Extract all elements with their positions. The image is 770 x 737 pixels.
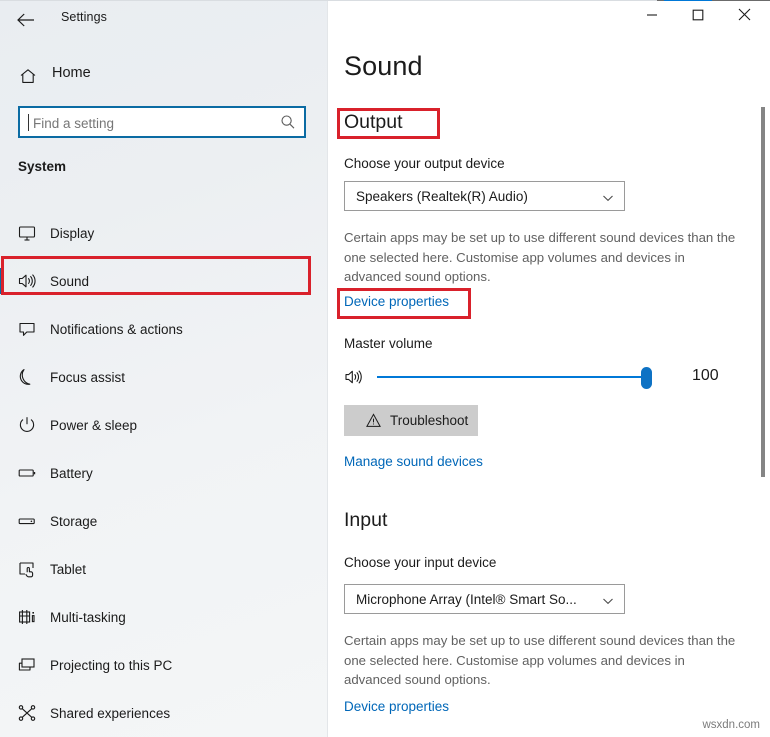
sidebar-item-battery[interactable]: Battery: [0, 449, 328, 497]
moon-icon: [17, 367, 37, 387]
monitor-icon: [17, 223, 37, 243]
close-button[interactable]: [721, 1, 767, 32]
speaker-icon: [17, 271, 37, 291]
troubleshoot-button[interactable]: Troubleshoot: [344, 405, 478, 436]
input-device-label: Choose your input device: [344, 555, 496, 570]
sidebar-item-label: Display: [50, 226, 94, 241]
maximize-button[interactable]: [675, 1, 721, 32]
volume-value: 100: [692, 367, 719, 385]
app-title: Settings: [61, 10, 107, 24]
sidebar-item-label: Tablet: [50, 562, 86, 577]
input-description: Certain apps may be set up to use differ…: [344, 631, 744, 690]
input-device-value: Microphone Array (Intel® Smart So...: [356, 592, 577, 607]
sidebar-item-label: Power & sleep: [50, 418, 137, 433]
window-titlebar: [329, 1, 770, 33]
project-icon: [17, 655, 37, 675]
speaker-icon[interactable]: [344, 367, 366, 387]
storage-icon: [17, 511, 37, 531]
sidebar-item-label: Sound: [50, 274, 89, 289]
sidebar-item-label: Notifications & actions: [50, 322, 183, 337]
share-nodes-icon: [17, 703, 37, 723]
power-icon: [17, 415, 37, 435]
watermark: wsxdn.com: [702, 719, 760, 731]
sidebar-item-multi-tasking[interactable]: Multi-tasking: [0, 593, 328, 641]
battery-icon: [17, 463, 37, 483]
input-section-heading: Input: [344, 509, 387, 532]
minimize-icon: [646, 8, 658, 26]
vertical-scrollbar[interactable]: [755, 33, 770, 737]
chevron-down-icon: [602, 191, 614, 203]
scrollbar-thumb[interactable]: [761, 107, 765, 477]
sidebar-item-sound[interactable]: Sound: [0, 257, 328, 305]
sidebar-item-projecting-to-this-pc[interactable]: Projecting to this PC: [0, 641, 328, 689]
sidebar-item-storage[interactable]: Storage: [0, 497, 328, 545]
sidebar-item-label: Storage: [50, 514, 97, 529]
minimize-button[interactable]: [629, 1, 675, 32]
maximize-icon: [692, 8, 704, 26]
settings-window: Settings Home System: [0, 0, 770, 737]
close-icon: [738, 8, 751, 26]
input-device-select[interactable]: Microphone Array (Intel® Smart So...: [344, 584, 625, 614]
search-input[interactable]: [31, 108, 275, 138]
sidebar-item-label: Battery: [50, 466, 93, 481]
master-volume-slider[interactable]: 100: [344, 363, 744, 393]
main-content: Sound Output Choose your output device S…: [329, 1, 770, 737]
troubleshoot-label: Troubleshoot: [390, 413, 468, 428]
input-device-properties-link[interactable]: Device properties: [344, 699, 449, 714]
sidebar: Settings Home System: [0, 1, 328, 737]
sidebar-item-shared-experiences[interactable]: Shared experiences: [0, 689, 328, 737]
output-device-properties-link[interactable]: Device properties: [344, 294, 449, 309]
output-device-value: Speakers (Realtek(R) Audio): [356, 189, 528, 204]
sidebar-item-label: Focus assist: [50, 370, 125, 385]
chevron-down-icon: [602, 594, 614, 606]
search-caret: [28, 114, 29, 131]
output-description: Certain apps may be set up to use differ…: [344, 228, 744, 287]
back-button[interactable]: [10, 5, 42, 35]
sidebar-section-header: System: [18, 159, 66, 174]
warning-triangle-icon: [366, 413, 381, 428]
sidebar-item-home[interactable]: Home: [0, 60, 328, 92]
search-box[interactable]: [18, 106, 306, 138]
sidebar-home-label: Home: [52, 65, 91, 81]
tablet-touch-icon: [17, 559, 37, 579]
output-section-heading: Output: [344, 111, 403, 134]
output-device-label: Choose your output device: [344, 156, 505, 171]
sidebar-item-label: Multi-tasking: [50, 610, 126, 625]
sidebar-item-label: Projecting to this PC: [50, 658, 172, 673]
sidebar-item-display[interactable]: Display: [0, 209, 328, 257]
search-icon[interactable]: [280, 114, 296, 130]
home-icon: [18, 66, 38, 86]
sidebar-titlebar: Settings: [0, 1, 328, 37]
sidebar-item-label: Shared experiences: [50, 706, 170, 721]
volume-slider-thumb[interactable]: [641, 367, 652, 389]
sidebar-item-tablet[interactable]: Tablet: [0, 545, 328, 593]
master-volume-label: Master volume: [344, 336, 433, 351]
comment-icon: [17, 319, 37, 339]
sidebar-nav: Display Sound: [0, 209, 328, 737]
sidebar-item-notifications-actions[interactable]: Notifications & actions: [0, 305, 328, 353]
multitasking-icon: [17, 607, 37, 627]
sidebar-item-power-sleep[interactable]: Power & sleep: [0, 401, 328, 449]
back-arrow-icon: [17, 13, 35, 27]
sidebar-item-focus-assist[interactable]: Focus assist: [0, 353, 328, 401]
page-title: Sound: [344, 51, 423, 82]
volume-slider-track[interactable]: [377, 376, 647, 378]
output-device-select[interactable]: Speakers (Realtek(R) Audio): [344, 181, 625, 211]
manage-sound-devices-link[interactable]: Manage sound devices: [344, 454, 483, 469]
